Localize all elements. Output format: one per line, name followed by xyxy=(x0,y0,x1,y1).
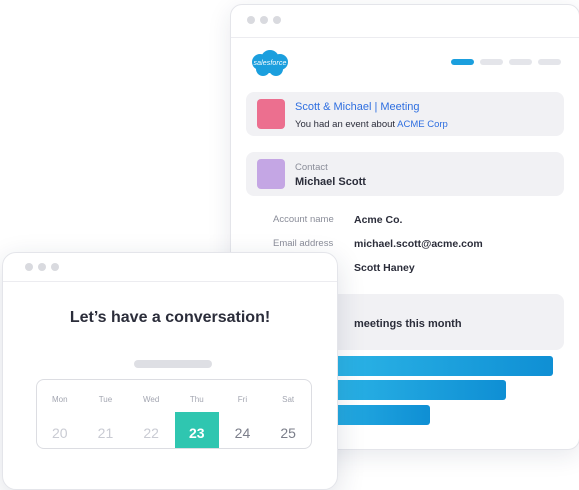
date-picker: Mon 20 Tue 21 Wed 22 Thu 23 Fri 24 Sat 25 xyxy=(36,379,312,449)
window-dot[interactable] xyxy=(25,263,33,271)
field-value: Scott Haney xyxy=(354,262,415,274)
weekday-label: Wed xyxy=(142,395,160,404)
calendar-day-thu[interactable]: Thu 23 xyxy=(174,380,220,448)
contact-label: Contact xyxy=(295,162,328,173)
field-value: Acme Co. xyxy=(354,214,403,226)
window-dot[interactable] xyxy=(38,263,46,271)
event-description: You had an event about ACME Corp xyxy=(295,119,448,130)
date-number[interactable]: 25 xyxy=(265,425,311,441)
calendar-day-mon: Mon 20 xyxy=(37,380,83,448)
scheduler-window-titlebar xyxy=(3,253,337,282)
event-card[interactable]: Scott & Michael | Meeting You had an eve… xyxy=(246,92,564,136)
meetings-label: meetings this month xyxy=(354,318,462,330)
contact-name: Michael Scott xyxy=(295,176,366,188)
calendar-day-fri[interactable]: Fri 24 xyxy=(220,380,266,448)
field-label: Email address xyxy=(273,238,334,249)
calendar-day-tue: Tue 21 xyxy=(83,380,129,448)
window-dot[interactable] xyxy=(51,263,59,271)
event-text: You had an event about xyxy=(295,119,396,130)
progress-step xyxy=(538,59,561,65)
weekday-label: Tue xyxy=(98,395,113,404)
calendar-day-wed: Wed 22 xyxy=(128,380,174,448)
contact-color-square xyxy=(257,159,285,189)
date-number: 21 xyxy=(97,425,114,441)
calendar-day-sat[interactable]: Sat 25 xyxy=(265,380,311,448)
salesforce-logo: salesforce xyxy=(249,49,291,79)
progress-steps xyxy=(451,59,561,65)
progress-step xyxy=(451,59,474,65)
event-color-square xyxy=(257,99,285,129)
weekday-label: Fri xyxy=(237,395,248,404)
contact-card[interactable]: Contact Michael Scott xyxy=(246,152,564,196)
field-label: Account name xyxy=(273,214,334,225)
window-dot[interactable] xyxy=(273,16,281,24)
scheduler-title: Let’s have a conversation! xyxy=(69,309,271,326)
window-dot[interactable] xyxy=(247,16,255,24)
scheduler-window: Let’s have a conversation! Mon 20 Tue 21 Wed… xyxy=(2,252,338,490)
date-number[interactable]: 24 xyxy=(220,425,266,441)
weekday-label: Thu xyxy=(189,395,204,404)
date-number: 20 xyxy=(52,425,68,441)
date-number[interactable]: 23 xyxy=(174,425,220,441)
window-controls xyxy=(25,263,59,271)
placeholder-bar xyxy=(134,360,212,368)
field-value: michael.scott@acme.com xyxy=(354,238,483,250)
progress-step xyxy=(480,59,503,65)
weekday-label: Mon xyxy=(52,395,68,404)
event-title[interactable]: Scott & Michael | Meeting xyxy=(295,101,420,113)
progress-step xyxy=(509,59,532,65)
window-controls xyxy=(247,16,281,24)
crm-window-titlebar xyxy=(231,5,579,38)
event-company-link[interactable]: ACME Corp xyxy=(397,119,448,130)
date-number: 22 xyxy=(143,425,159,441)
salesforce-logo-text: salesforce xyxy=(253,60,287,67)
window-dot[interactable] xyxy=(260,16,268,24)
weekday-label: Sat xyxy=(282,395,295,404)
